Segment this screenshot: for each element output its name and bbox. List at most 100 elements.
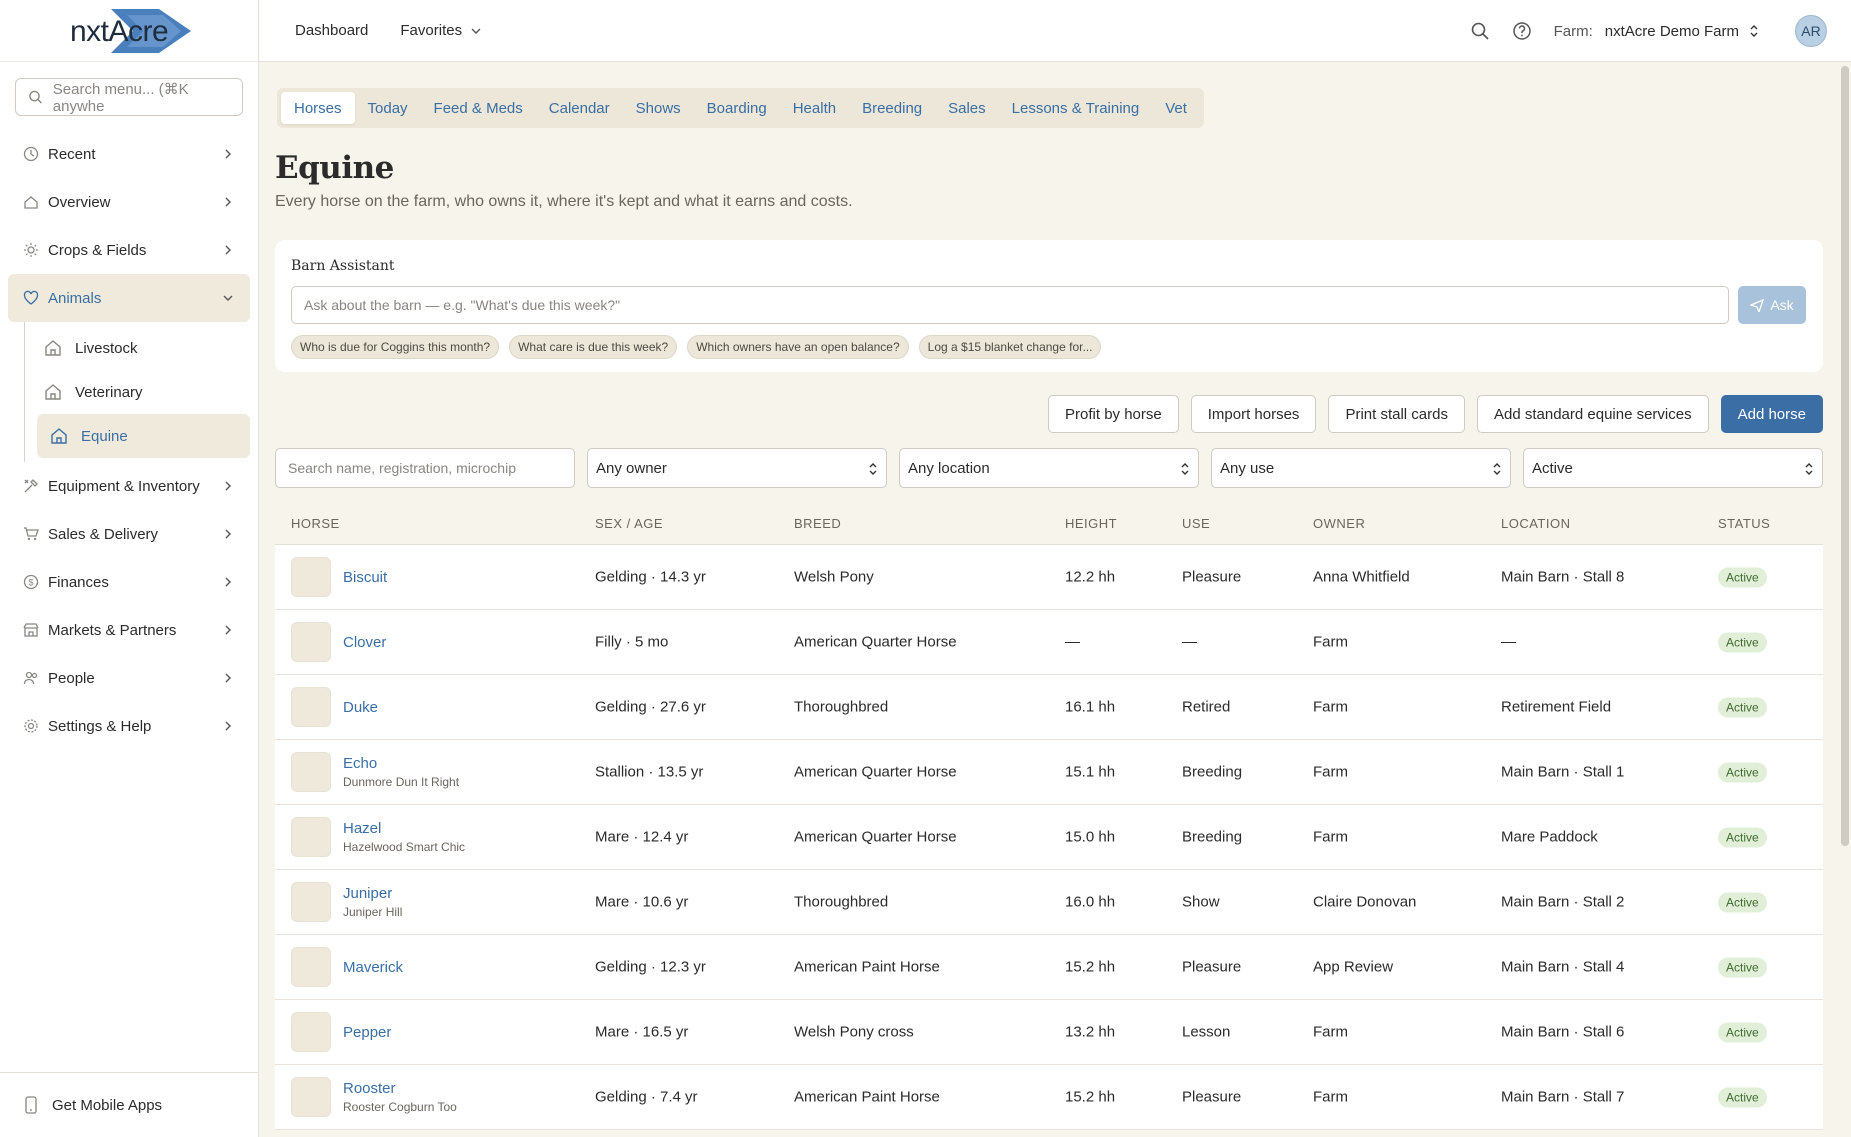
sidebar-item-overview[interactable]: Overview — [0, 178, 258, 226]
horse-photo[interactable] — [291, 1012, 331, 1052]
table-row[interactable]: Hazel Hazelwood Smart Chic Mare · 12.4 y… — [275, 805, 1823, 870]
suggestion-chip[interactable]: Log a $15 blanket change for... — [918, 335, 1102, 359]
suggestion-chip[interactable]: Which owners have an open balance? — [687, 335, 909, 359]
owner-cell: Claire Donovan — [1313, 893, 1417, 911]
chevron-right-icon — [225, 481, 231, 491]
horse-name-link[interactable]: Rooster — [343, 1080, 457, 1097]
barn-assistant-input[interactable]: Ask about the barn — e.g. "What's due th… — [291, 286, 1729, 324]
horse-search-input[interactable]: Search name, registration, microchip — [275, 448, 575, 488]
horse-photo[interactable] — [291, 687, 331, 727]
col-header-breed[interactable]: BREED — [794, 516, 841, 531]
tab-health[interactable]: Health — [780, 92, 849, 124]
sidebar-item-recent[interactable]: Recent — [0, 130, 258, 178]
tab-shows[interactable]: Shows — [623, 92, 694, 124]
sidebar-item-equine[interactable]: Equine — [37, 414, 250, 458]
sidebar-item-people[interactable]: People — [0, 654, 258, 702]
status-badge: Active — [1718, 1087, 1767, 1108]
tab-feed-meds[interactable]: Feed & Meds — [421, 92, 536, 124]
sidebar-search[interactable]: Search menu... (⌘K anywhe — [15, 78, 243, 116]
sidebar-item-sales[interactable]: Sales & Delivery — [0, 510, 258, 558]
tab-sales[interactable]: Sales — [935, 92, 999, 124]
tab-horses[interactable]: Horses — [281, 92, 355, 124]
chevron-down-icon — [223, 295, 233, 301]
location-select[interactable]: Any location — [899, 448, 1199, 488]
horse-name-link[interactable]: Biscuit — [343, 569, 387, 586]
sidebar-item-crops[interactable]: Crops & Fields — [0, 226, 258, 274]
sidebar-item-animals[interactable]: Animals — [8, 274, 250, 322]
table-row[interactable]: Juniper Juniper Hill Mare · 10.6 yr Thor… — [275, 870, 1823, 935]
horse-name-link[interactable]: Clover — [343, 634, 386, 651]
sidebar-item-settings[interactable]: Settings & Help — [0, 702, 258, 750]
status-cell: Active — [1718, 632, 1767, 653]
horse-photo[interactable] — [291, 1077, 331, 1117]
table-row[interactable]: Biscuit Gelding · 14.3 yr Welsh Pony 12.… — [275, 545, 1823, 610]
col-header-sex-age[interactable]: SEX / AGE — [595, 516, 663, 531]
sidebar-item-veterinary[interactable]: Veterinary — [25, 370, 250, 414]
table-row[interactable]: Duke Gelding · 27.6 yr Thoroughbred 16.1… — [275, 675, 1823, 740]
col-header-location[interactable]: LOCATION — [1501, 516, 1571, 531]
horse-name-link[interactable]: Echo — [343, 755, 459, 772]
logo[interactable]: nxtAcre — [0, 0, 258, 62]
tab-boarding[interactable]: Boarding — [694, 92, 780, 124]
status-select[interactable]: Active — [1523, 448, 1823, 488]
sidebar-item-livestock[interactable]: Livestock — [25, 326, 250, 370]
print-stall-cards-button[interactable]: Print stall cards — [1328, 395, 1465, 433]
col-header-horse[interactable]: HORSE — [291, 516, 340, 531]
horse-name-link[interactable]: Maverick — [343, 959, 403, 976]
help-icon[interactable] — [1512, 21, 1532, 41]
horse-photo[interactable] — [291, 817, 331, 857]
horse-name-link[interactable]: Hazel — [343, 820, 465, 837]
sex-age-cell: Stallion · 13.5 yr — [595, 763, 704, 781]
page-scrollbar[interactable] — [1841, 66, 1849, 846]
tab-lessons-training[interactable]: Lessons & Training — [999, 92, 1153, 124]
sidebar-item-finances[interactable]: $ Finances — [0, 558, 258, 606]
tab-breeding[interactable]: Breeding — [849, 92, 935, 124]
tab-calendar[interactable]: Calendar — [536, 92, 623, 124]
chevron-right-icon — [225, 245, 231, 255]
col-header-use[interactable]: USE — [1182, 516, 1210, 531]
suggestion-chip[interactable]: Who is due for Coggins this month? — [291, 335, 500, 359]
breed-cell: Thoroughbred — [794, 893, 889, 911]
table-row[interactable]: Maverick Gelding · 12.3 yr American Pain… — [275, 935, 1823, 1000]
import-horses-button[interactable]: Import horses — [1190, 395, 1317, 433]
horse-photo[interactable] — [291, 557, 331, 597]
table-row[interactable]: Pepper Mare · 16.5 yr Welsh Pony cross 1… — [275, 1000, 1823, 1065]
use-select[interactable]: Any use — [1211, 448, 1511, 488]
horse-photo[interactable] — [291, 622, 331, 662]
avatar[interactable]: AR — [1795, 15, 1827, 47]
tab-vet[interactable]: Vet — [1152, 92, 1200, 124]
get-mobile-apps[interactable]: Get Mobile Apps — [0, 1072, 258, 1137]
tab-today[interactable]: Today — [355, 92, 421, 124]
status-cell: Active — [1718, 892, 1767, 913]
horse-name-link[interactable]: Pepper — [343, 1024, 391, 1041]
dashboard-link[interactable]: Dashboard — [295, 22, 368, 39]
breed-cell: American Quarter Horse — [794, 633, 957, 651]
horse-photo[interactable] — [291, 947, 331, 987]
table-row[interactable]: Echo Dunmore Dun It Right Stallion · 13.… — [275, 740, 1823, 805]
sex-age-cell: Gelding · 12.3 yr — [595, 958, 706, 976]
horse-photo[interactable] — [291, 752, 331, 792]
col-header-status[interactable]: STATUS — [1718, 516, 1770, 531]
top-bar: Dashboard Favorites Farm: nxtAcre Demo F… — [259, 0, 1851, 62]
ask-button[interactable]: Ask — [1738, 286, 1806, 324]
sidebar-item-equipment[interactable]: Equipment & Inventory — [0, 462, 258, 510]
profit-by-horse-button[interactable]: Profit by horse — [1048, 395, 1179, 433]
col-header-height[interactable]: HEIGHT — [1065, 516, 1117, 531]
status-badge: Active — [1718, 957, 1767, 978]
barn-assistant-placeholder: Ask about the barn — e.g. "What's due th… — [304, 297, 621, 313]
suggestion-chip[interactable]: What care is due this week? — [509, 335, 678, 359]
add-horse-button[interactable]: Add horse — [1720, 395, 1823, 433]
search-icon[interactable] — [1470, 21, 1490, 41]
horse-photo[interactable] — [291, 882, 331, 922]
status-cell: Active — [1718, 957, 1767, 978]
horse-name-link[interactable]: Duke — [343, 699, 378, 716]
favorites-menu[interactable]: Favorites — [400, 22, 482, 39]
farm-selector[interactable]: nxtAcre Demo Farm — [1605, 23, 1759, 40]
add-standard-services-button[interactable]: Add standard equine services — [1476, 395, 1709, 433]
table-row[interactable]: Rooster Rooster Cogburn Too Gelding · 7.… — [275, 1065, 1823, 1130]
col-header-owner[interactable]: OWNER — [1313, 516, 1365, 531]
owner-select[interactable]: Any owner — [587, 448, 887, 488]
horse-name-link[interactable]: Juniper — [343, 885, 402, 902]
table-row[interactable]: Clover Filly · 5 mo American Quarter Hor… — [275, 610, 1823, 675]
sidebar-item-markets[interactable]: Markets & Partners — [0, 606, 258, 654]
